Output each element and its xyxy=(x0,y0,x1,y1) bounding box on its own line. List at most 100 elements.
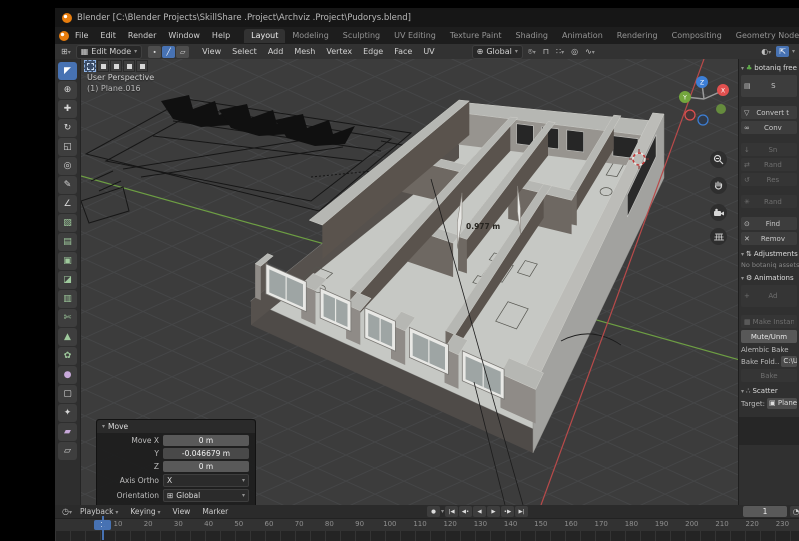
select-mode-invert-icon[interactable] xyxy=(123,60,135,72)
workspace-tab-shading[interactable]: Shading xyxy=(508,29,555,43)
move-z-field[interactable]: 0 m xyxy=(163,461,249,472)
timeline-ruler[interactable]: 1 10203040506070809010011012013014015016… xyxy=(55,519,799,531)
tool-scale-icon[interactable]: ◱ xyxy=(58,138,77,156)
workspace-tab-uv-editing[interactable]: UV Editing xyxy=(387,29,443,43)
stopwatch-icon[interactable]: ◔ xyxy=(790,506,799,517)
current-frame-field[interactable]: 1 xyxy=(743,506,787,517)
face-select-icon[interactable]: ▱ xyxy=(176,45,190,58)
zoom-icon[interactable] xyxy=(710,151,727,168)
remove-button[interactable]: ✕ Remov xyxy=(741,232,797,245)
app-menu-icon[interactable] xyxy=(59,30,69,41)
tool-edge-slide-icon[interactable]: ▢ xyxy=(58,385,77,403)
tool-shear-icon[interactable]: ▰ xyxy=(58,423,77,441)
tool-measure-icon[interactable]: ∠ xyxy=(58,195,77,213)
falloff-icon[interactable]: ∿▾ xyxy=(583,47,597,56)
axis-ortho-dropdown[interactable]: X ▾ xyxy=(163,474,249,487)
move-y-field[interactable]: -0.046679 m xyxy=(163,448,249,459)
snap-magnet-icon[interactable]: ⊓ xyxy=(541,47,551,56)
select-mode-intersect-icon[interactable] xyxy=(136,60,148,72)
tool-poly-build-icon[interactable]: ▲ xyxy=(58,328,77,346)
snap-button[interactable]: ↓ Sn xyxy=(741,143,797,156)
move-x-field[interactable]: 0 m xyxy=(163,435,249,446)
select-mode-new-icon[interactable] xyxy=(84,60,96,72)
tool-inset-faces-icon[interactable]: ▣ xyxy=(58,252,77,270)
pan-hand-icon[interactable] xyxy=(710,177,727,194)
gizmo-toggle-icon[interactable]: ⇱ xyxy=(776,46,789,57)
timeline-menu-view[interactable]: View xyxy=(167,507,197,516)
orientation-row-dropdown[interactable]: ⊞ Global ▾ xyxy=(163,489,249,502)
randomize-button[interactable]: ⇄ Rand xyxy=(741,158,797,171)
find-button[interactable]: ⊙ Find xyxy=(741,217,797,230)
tool-cursor-icon[interactable]: ⊕ xyxy=(58,81,77,99)
tool-smooth-icon[interactable]: ● xyxy=(58,366,77,384)
axis-gizmo[interactable]: Z X Y xyxy=(677,71,733,129)
viewport-menu-add[interactable]: Add xyxy=(263,47,289,56)
reset-button[interactable]: ↺ Res xyxy=(741,173,797,186)
adjustments-header[interactable]: ▾ ⇅ Adjustments xyxy=(741,250,798,258)
orthographic-grid-icon[interactable] xyxy=(710,228,727,245)
tool-tweak-select-icon[interactable]: ◤ xyxy=(58,62,77,80)
viewport-menu-select[interactable]: Select xyxy=(227,47,262,56)
animations-header[interactable]: ▾ ⚙ Animations xyxy=(741,274,797,282)
tool-annotate-icon[interactable]: ✎ xyxy=(58,176,77,194)
tool-extrude-region-icon[interactable]: ▤ xyxy=(58,233,77,251)
pivot-point-icon[interactable]: ⌾▾ xyxy=(526,47,538,57)
viewport-menu-mesh[interactable]: Mesh xyxy=(289,47,320,56)
viewport-menu-uv[interactable]: UV xyxy=(418,47,439,56)
vertex-select-icon[interactable]: ∙ xyxy=(148,45,162,58)
viewport-menu-edge[interactable]: Edge xyxy=(358,47,388,56)
edge-select-icon[interactable]: ╱ xyxy=(162,45,176,58)
convert-linked-button[interactable]: ∞ Conv xyxy=(741,121,797,134)
workspace-tab-animation[interactable]: Animation xyxy=(555,29,610,43)
bake-button[interactable]: Bake xyxy=(741,369,797,382)
menu-file[interactable]: File xyxy=(69,31,94,40)
timeline-menu-playback[interactable]: Playback ▾ xyxy=(74,507,124,516)
timeline-menu-keying[interactable]: Keying ▾ xyxy=(124,507,166,516)
orientation-dropdown[interactable]: ⊕ Global ▾ xyxy=(471,44,523,59)
select-mode-extend-icon[interactable] xyxy=(97,60,109,72)
snap-target-icon[interactable]: ∷▾ xyxy=(554,47,566,56)
tool-spin-icon[interactable]: ✿ xyxy=(58,347,77,365)
viewport-3d[interactable]: User Perspective (1) Plane.016 0.977 m Z… xyxy=(81,59,738,505)
workspace-tab-texture-paint[interactable]: Texture Paint xyxy=(443,29,509,43)
camera-view-icon[interactable] xyxy=(710,204,727,221)
jump-to-end-icon[interactable]: ▶| xyxy=(515,506,529,517)
select-mode-subtract-icon[interactable] xyxy=(110,60,122,72)
tool-rip-region-icon[interactable]: ▱ xyxy=(58,442,77,460)
timeline-menu-marker[interactable]: Marker xyxy=(196,507,234,516)
record-options-icon[interactable]: ▾ xyxy=(441,508,444,515)
previous-keyframe-icon[interactable]: ◀• xyxy=(459,506,473,517)
convert-button[interactable]: ▽ Convert t xyxy=(741,106,797,119)
play-reverse-icon[interactable]: ◀ xyxy=(473,506,487,517)
target-object-field[interactable]: ▣ Plane.0 xyxy=(767,398,797,409)
spawn-asset-button[interactable]: ▤ S xyxy=(741,75,797,97)
proportional-editing-icon[interactable]: ◎ xyxy=(569,47,580,56)
workspace-tab-layout[interactable]: Layout xyxy=(244,28,286,43)
timeline-editor-type-icon[interactable]: ◷▾ xyxy=(60,507,74,516)
add-animation-button[interactable]: + Ad xyxy=(741,285,797,307)
playhead[interactable] xyxy=(102,516,104,540)
botaniq-panel-header[interactable]: ▾ ♣ botaniq free xyxy=(741,64,797,72)
tool-shrink-fatten-icon[interactable]: ✦ xyxy=(58,404,77,422)
menu-edit[interactable]: Edit xyxy=(94,31,122,40)
mute-unmute-button[interactable]: Mute/Unm xyxy=(741,330,797,343)
workspace-tab-rendering[interactable]: Rendering xyxy=(610,29,665,43)
tool-add-cube-icon[interactable]: ▧ xyxy=(58,214,77,232)
editor-type-icon[interactable]: ⊞▾ xyxy=(59,47,73,56)
scatter-header[interactable]: ▾ ∴ Scatter xyxy=(741,387,797,395)
viewport-menu-face[interactable]: Face xyxy=(389,47,417,56)
next-keyframe-icon[interactable]: •▶ xyxy=(501,506,515,517)
tool-transform-icon[interactable]: ◎ xyxy=(58,157,77,175)
random-transform-button[interactable]: ✳ Rand xyxy=(741,195,797,208)
bake-folder-field[interactable]: C:\Users xyxy=(781,356,797,367)
record-icon[interactable]: ● xyxy=(427,506,440,517)
menu-render[interactable]: Render xyxy=(122,31,162,40)
viewport-menu-vertex[interactable]: Vertex xyxy=(321,47,357,56)
make-instance-button[interactable]: ▦Make Instance xyxy=(741,315,797,328)
shading-sphere-icon[interactable]: ◐▾ xyxy=(759,47,773,56)
menu-window[interactable]: Window xyxy=(162,31,206,40)
jump-to-start-icon[interactable]: |◀ xyxy=(445,506,459,517)
tool-knife-icon[interactable]: ✄ xyxy=(58,309,77,327)
mode-dropdown[interactable]: ▦ Edit Mode ▾ xyxy=(75,44,143,59)
workspace-tab-compositing[interactable]: Compositing xyxy=(665,29,729,43)
